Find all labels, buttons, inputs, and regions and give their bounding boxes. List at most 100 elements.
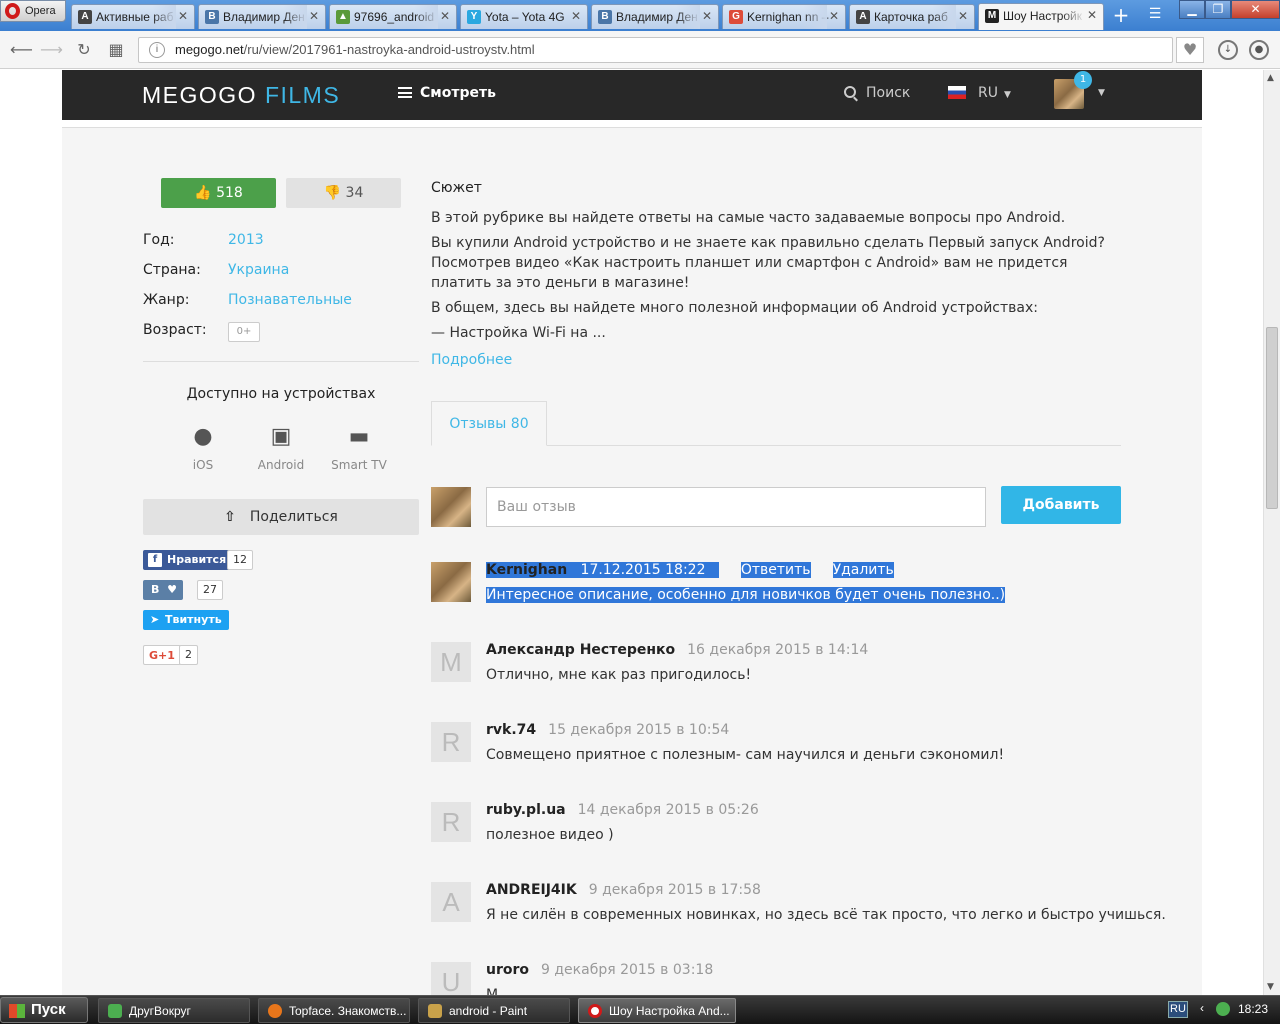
tab-close-icon[interactable]: ✕ — [702, 9, 712, 23]
like-count: 518 — [216, 185, 243, 201]
clock[interactable]: 18:23 — [1238, 1002, 1268, 1016]
browser-tab[interactable]: A Активные раб ✕ — [71, 4, 195, 29]
taskbar-item[interactable]: android - Paint — [418, 998, 570, 1023]
browser-tab[interactable]: A Карточка раб ✕ — [849, 4, 975, 29]
download-icon[interactable]: ↓ — [1218, 40, 1238, 60]
comment-text: М — [486, 987, 499, 995]
opera-logo-icon — [5, 3, 20, 19]
russia-flag-icon — [948, 86, 966, 99]
scrollbar-thumb[interactable] — [1266, 327, 1278, 509]
reply-link[interactable]: Ответить — [740, 562, 811, 578]
device-ios: ● iOS — [168, 424, 238, 472]
network-icon[interactable] — [1216, 1002, 1230, 1016]
info-value-link[interactable]: Познавательные — [228, 292, 352, 308]
opera-menu-button[interactable]: Opera — [0, 0, 66, 22]
browser-tab[interactable]: G Kernighan nn – ✕ — [722, 4, 846, 29]
windows-logo-icon — [9, 1004, 25, 1018]
opera-icon — [588, 1004, 602, 1018]
forward-arrow-icon[interactable]: ⟶ — [40, 40, 63, 60]
search-button[interactable]: Поиск — [844, 85, 910, 101]
google-plus-count: 2 — [179, 645, 198, 665]
address-bar: ⟵ ⟶ ↻ ▦ i megogo.net/ru/view/2017961-nas… — [0, 31, 1280, 69]
browser-tab[interactable]: Y Yota – Yota 4G ✕ — [460, 4, 588, 29]
firefox-icon — [268, 1004, 282, 1018]
tab-favicon-icon: Y — [467, 10, 481, 24]
site-logo[interactable]: MEGOGO FILMS — [142, 82, 340, 109]
dislike-button[interactable]: 👎 34 — [286, 178, 401, 208]
tab-close-icon[interactable]: ✕ — [829, 9, 839, 23]
browser-tab[interactable]: B Владимир Ден ✕ — [591, 4, 719, 29]
browser-tab[interactable]: B Владимир Ден ✕ — [198, 4, 326, 29]
taskbar-item-active[interactable]: Шоу Настройка And... — [578, 998, 736, 1023]
tweet-button[interactable]: ➤ Твитнуть — [143, 610, 229, 630]
facebook-like-button[interactable]: f Нравится — [143, 550, 234, 570]
user-menu[interactable]: 1 ▼ — [1054, 71, 1105, 113]
tab-close-icon[interactable]: ✕ — [1087, 8, 1097, 22]
tab-close-icon[interactable]: ✕ — [440, 9, 450, 23]
watch-menu-button[interactable]: Смотреть — [398, 85, 496, 101]
info-value-link[interactable]: 2013 — [228, 232, 264, 248]
comment-author[interactable]: Kernighan — [486, 562, 568, 578]
tweet-label: Твитнуть — [165, 613, 222, 626]
account-icon[interactable]: ● — [1249, 40, 1269, 60]
site-info-icon[interactable]: i — [149, 42, 165, 58]
taskbar-item[interactable]: ДругВокруг — [98, 998, 250, 1023]
maximize-window-button[interactable]: ❐ — [1205, 0, 1231, 19]
comment-author[interactable]: ruby.pl.ua — [486, 802, 566, 818]
page-scrollbar[interactable]: ▲ ▼ — [1263, 70, 1280, 995]
add-review-button[interactable]: Добавить — [1001, 486, 1121, 524]
comment-header: uroro 9 декабря 2015 в 03:18 — [486, 962, 713, 978]
divider — [143, 361, 419, 362]
close-window-button[interactable]: ✕ — [1231, 0, 1280, 19]
tab-close-icon[interactable]: ✕ — [309, 9, 319, 23]
comment-header: ANDREIJ4IK 9 декабря 2015 в 17:58 — [486, 882, 761, 898]
chevron-down-icon: ▼ — [1098, 88, 1105, 98]
tab-close-icon[interactable]: ✕ — [571, 9, 581, 23]
google-plus-button[interactable]: G+1 — [143, 645, 181, 665]
share-upload-icon: ⇧ — [224, 509, 236, 525]
back-arrow-icon[interactable]: ⟵ — [10, 40, 33, 60]
read-more-link[interactable]: Подробнее — [431, 352, 512, 368]
like-button[interactable]: 👍 518 — [161, 178, 276, 208]
keyboard-language-indicator[interactable]: RU — [1168, 1001, 1188, 1018]
druvokrug-icon — [108, 1004, 122, 1018]
taskbar-item[interactable]: Topface. Знакомств... — [258, 998, 410, 1023]
scroll-up-icon[interactable]: ▲ — [1267, 73, 1274, 83]
tab-close-icon[interactable]: ✕ — [178, 9, 188, 23]
bookmark-heart-icon[interactable]: ♥ — [1176, 37, 1204, 63]
info-key: Страна: — [143, 262, 201, 278]
share-button[interactable]: ⇧ Поделиться — [143, 499, 419, 535]
tab-favicon-icon: ▲ — [336, 10, 350, 24]
minimize-window-button[interactable]: ▁ — [1179, 0, 1205, 19]
tab-reviews[interactable]: Отзывы 80 — [431, 401, 547, 446]
info-value-link[interactable]: Украина — [228, 262, 289, 278]
browser-tab-active[interactable]: M Шоу Настройк ✕ — [978, 3, 1104, 30]
language-selector[interactable]: RU ▼ — [948, 85, 1011, 101]
start-button[interactable]: Пуск — [0, 997, 88, 1023]
comment-author[interactable]: rvk.74 — [486, 722, 536, 738]
tab-favicon-icon: B — [598, 10, 612, 24]
comment-header: rvk.74 15 декабря 2015 в 10:54 — [486, 722, 729, 738]
tray-expand-icon[interactable]: ‹ — [1200, 1001, 1204, 1015]
browser-tab[interactable]: ▲ 97696_android ✕ — [329, 4, 457, 29]
reload-icon[interactable]: ↻ — [74, 40, 94, 60]
comment-author[interactable]: uroro — [486, 962, 529, 978]
comment-date: 15 декабря 2015 в 10:54 — [548, 722, 730, 738]
scroll-down-icon[interactable]: ▼ — [1267, 982, 1274, 992]
android-icon: ▣ — [270, 424, 292, 449]
review-input[interactable]: Ваш отзыв — [486, 487, 986, 527]
thumbs-down-icon: 👎 — [323, 185, 342, 201]
url-field[interactable]: i megogo.net/ru/view/2017961-nastroyka-a… — [138, 37, 1173, 63]
vk-like-button[interactable]: В ♥ — [143, 580, 183, 600]
comment-text: Отлично, мне как раз пригодилось! — [486, 667, 752, 683]
hamburger-icon — [398, 87, 412, 98]
content-area: 👍 518 👎 34 Год: 2013 Страна: Украина Жан… — [62, 128, 1202, 995]
apple-icon: ● — [193, 424, 213, 449]
new-tab-button[interactable]: + — [1110, 5, 1132, 26]
comment-author[interactable]: ANDREIJ4IK — [486, 882, 577, 898]
delete-link[interactable]: Удалить — [832, 562, 894, 578]
comment-author[interactable]: Александр Нестеренко — [486, 642, 675, 658]
tab-close-icon[interactable]: ✕ — [958, 9, 968, 23]
tab-menu-icon[interactable]: ☰ — [1142, 6, 1168, 26]
speed-dial-grid-icon[interactable]: ▦ — [106, 40, 126, 60]
